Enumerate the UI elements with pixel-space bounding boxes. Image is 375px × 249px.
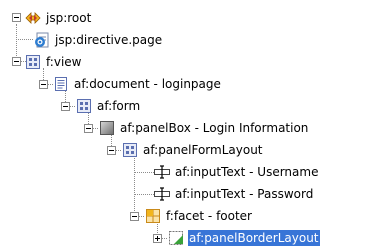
document-icon bbox=[53, 76, 69, 92]
input-text-icon bbox=[154, 164, 170, 180]
tree-node-label: af:inputText - Password bbox=[175, 187, 314, 201]
tree-node-f-facet-footer[interactable]: f:facet - footer bbox=[145, 207, 253, 225]
tree-guide bbox=[70, 106, 75, 107]
tree-guide bbox=[116, 150, 121, 151]
panel-border-layout-icon bbox=[168, 230, 184, 246]
tree-node-label: af:panelBox - Login Information bbox=[120, 121, 309, 135]
collapse-toggle[interactable] bbox=[84, 124, 93, 133]
form-icon bbox=[76, 98, 92, 114]
tree-node-label: jsp:directive.page bbox=[55, 33, 163, 47]
collapse-toggle[interactable] bbox=[61, 102, 70, 111]
tree-node-directive-page[interactable]: jsp:directive.page bbox=[34, 31, 163, 49]
tree-node-label: f:facet - footer bbox=[166, 209, 252, 223]
tree-node-label: af:form bbox=[97, 99, 141, 113]
tree-node-af-panelformlayout[interactable]: af:panelFormLayout bbox=[122, 141, 264, 159]
tree-node-label: af:panelFormLayout bbox=[143, 143, 263, 157]
tree-node-jsp-root[interactable]: jsp:root bbox=[25, 9, 92, 27]
tree-guide bbox=[139, 216, 144, 217]
tree-node-label: af:panelBorderLayout bbox=[188, 230, 320, 246]
expand-toggle[interactable] bbox=[153, 234, 162, 243]
collapse-toggle[interactable] bbox=[107, 146, 116, 155]
tree-node-label: jsp:root bbox=[46, 11, 92, 25]
tree-node-af-inputtext-password[interactable]: af:inputText - Password bbox=[154, 185, 314, 203]
jsp-root-icon bbox=[25, 10, 41, 26]
directive-icon bbox=[34, 32, 50, 48]
view-icon bbox=[25, 54, 41, 70]
tree-node-af-panelborderlayout[interactable]: af:panelBorderLayout bbox=[168, 229, 320, 247]
input-text-icon bbox=[154, 186, 170, 202]
tree-guide bbox=[134, 154, 135, 219]
tree-guide bbox=[93, 128, 98, 129]
tree-node-label: af:inputText - Username bbox=[175, 165, 319, 179]
panel-box-icon bbox=[99, 120, 115, 136]
collapse-toggle[interactable] bbox=[12, 57, 21, 66]
tree-node-af-panelbox[interactable]: af:panelBox - Login Information bbox=[99, 119, 309, 137]
collapse-toggle[interactable] bbox=[39, 80, 48, 89]
tree-guide bbox=[162, 238, 167, 239]
panel-form-layout-icon bbox=[122, 142, 138, 158]
tree-node-label: f:view bbox=[46, 55, 82, 69]
tree-node-af-form[interactable]: af:form bbox=[76, 97, 141, 115]
tree-node-af-inputtext-username[interactable]: af:inputText - Username bbox=[154, 163, 319, 181]
collapse-toggle[interactable] bbox=[130, 212, 139, 221]
facet-icon bbox=[145, 208, 161, 224]
tree-node-f-view[interactable]: f:view bbox=[25, 53, 82, 71]
tree-node-label: af:document - loginpage bbox=[74, 77, 221, 91]
tree-node-af-document[interactable]: af:document - loginpage bbox=[53, 75, 222, 93]
tree-guide bbox=[16, 39, 33, 40]
collapse-toggle[interactable] bbox=[12, 13, 21, 22]
